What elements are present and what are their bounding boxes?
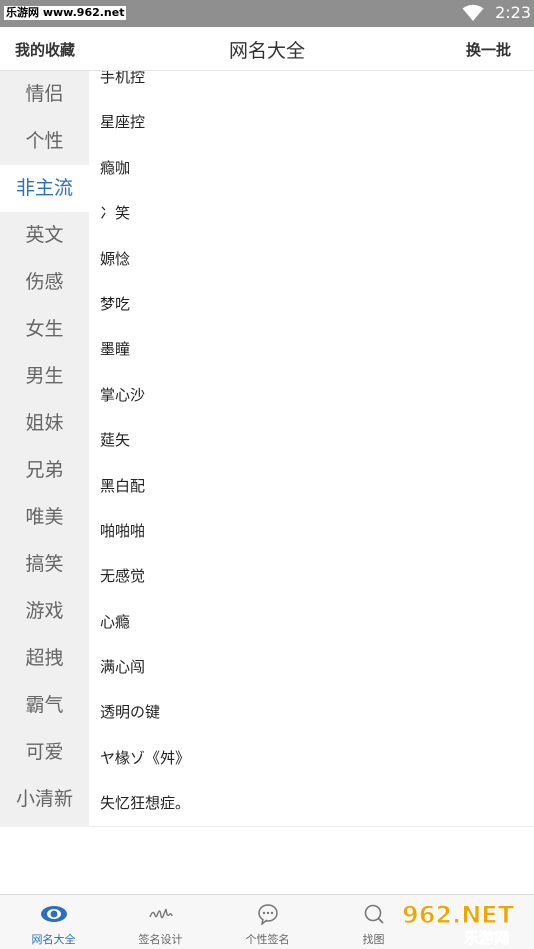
sidebar-item-personality[interactable]: 个性 xyxy=(0,118,89,165)
sidebar-item-aesthetic[interactable]: 唯美 xyxy=(0,494,89,541)
list-item[interactable]: 黑白配 xyxy=(89,464,534,509)
list-item[interactable]: 冫笑 xyxy=(89,191,534,236)
sidebar-item-couple[interactable]: 情侣 xyxy=(0,71,89,118)
nav-tab-signature-design[interactable]: 签名设计 xyxy=(107,895,214,949)
name-list[interactable]: 手机控 星座控 瘾咖 冫笑 嫄惗 梦吃 墨瞳 掌心沙 莚矢 黑白配 啪啪啪 无感… xyxy=(89,71,534,827)
sidebar-item-boys[interactable]: 男生 xyxy=(0,353,89,400)
list-item[interactable]: 无感觉 xyxy=(89,554,534,599)
nav-tab-names[interactable]: 网名大全 xyxy=(0,895,107,949)
list-item[interactable]: 啪啪啪 xyxy=(89,509,534,554)
nav-tab-personal-signature[interactable]: 个性签名 xyxy=(214,895,321,949)
list-item[interactable]: 墨瞳 xyxy=(89,327,534,372)
signature-icon xyxy=(148,908,173,919)
sidebar-item-english[interactable]: 英文 xyxy=(0,212,89,259)
nav-label: 网名大全 xyxy=(31,933,76,946)
list-item[interactable]: 心瘾 xyxy=(89,600,534,645)
site-logo-watermark: 962.NET 乐游网 xyxy=(398,896,530,947)
search-icon xyxy=(364,904,384,924)
list-item[interactable]: 星座控 xyxy=(89,100,534,145)
list-item[interactable]: 满心闯 xyxy=(89,645,534,690)
sidebar-item-non-mainstream[interactable]: 非主流 xyxy=(0,165,89,212)
logo-top-text: 962.NET xyxy=(402,901,515,929)
list-item[interactable]: 手机控 xyxy=(89,71,534,100)
list-item[interactable]: 瘾咖 xyxy=(89,146,534,191)
sidebar-item-fresh[interactable]: 小清新 xyxy=(0,776,89,823)
nav-label: 个性签名 xyxy=(245,933,290,946)
list-item[interactable]: 莚矢 xyxy=(89,418,534,463)
list-item[interactable]: 掌心沙 xyxy=(89,373,534,418)
sidebar-item-sisters[interactable]: 姐妹 xyxy=(0,400,89,447)
list-item[interactable]: 嫄惗 xyxy=(89,237,534,282)
sidebar-item-domineering[interactable]: 霸气 xyxy=(0,682,89,729)
status-bar: 乐游网 www.962.net 2:23 xyxy=(0,0,534,27)
list-item[interactable]: ヤ椽ゾ《舛》 xyxy=(89,736,534,781)
status-time: 2:23 xyxy=(495,3,531,22)
eye-icon xyxy=(40,906,67,922)
category-sidebar: 情侣 个性 非主流 英文 伤感 女生 男生 姐妹 兄弟 唯美 搞笑 游戏 超拽 … xyxy=(0,71,89,827)
list-item[interactable]: 失忆狂想症。 xyxy=(89,781,534,826)
sidebar-item-brothers[interactable]: 兄弟 xyxy=(0,447,89,494)
chat-bubble-icon xyxy=(257,904,278,925)
list-item[interactable]: 透明の键 xyxy=(89,690,534,735)
my-favorites-button[interactable]: 我的收藏 xyxy=(15,39,75,60)
wifi-icon xyxy=(462,4,484,21)
page-title: 网名大全 xyxy=(228,40,305,62)
logo-962-icon: 962.NET 乐游网 xyxy=(402,901,516,947)
site-watermark: 乐游网 www.962.net xyxy=(4,6,127,20)
list-item[interactable]: 梦吃 xyxy=(89,282,534,327)
refresh-batch-button[interactable]: 换一批 xyxy=(466,39,511,60)
nav-label: 签名设计 xyxy=(138,933,183,946)
sidebar-item-cool[interactable]: 超拽 xyxy=(0,635,89,682)
sidebar-item-funny[interactable]: 搞笑 xyxy=(0,541,89,588)
logo-bottom-text: 乐游网 xyxy=(464,929,509,946)
app-header: 我的收藏 网名大全 换一批 xyxy=(0,27,534,71)
sidebar-item-games[interactable]: 游戏 xyxy=(0,588,89,635)
sidebar-item-girls[interactable]: 女生 xyxy=(0,306,89,353)
sidebar-item-sad[interactable]: 伤感 xyxy=(0,259,89,306)
sidebar-item-cute[interactable]: 可爱 xyxy=(0,729,89,776)
